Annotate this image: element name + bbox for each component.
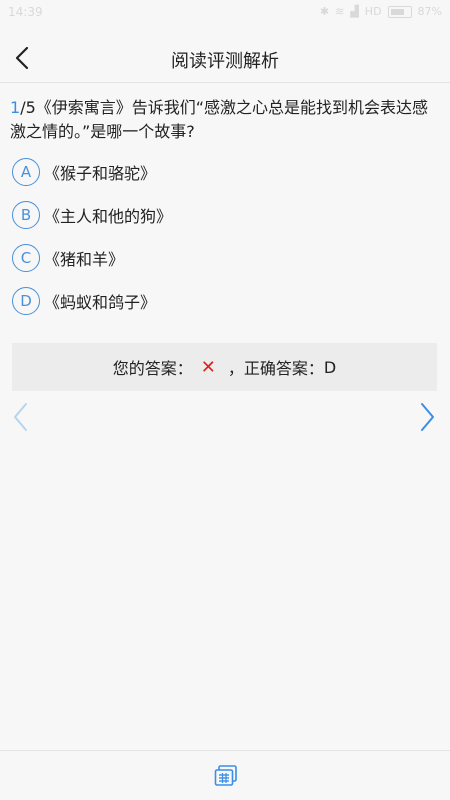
- wifi-icon: ≋: [335, 5, 345, 18]
- correct-answer-label: ，正确答案：: [227, 359, 324, 378]
- battery-level: 87%: [417, 5, 442, 18]
- answer-card-button[interactable]: [214, 765, 238, 787]
- option-letter: A: [12, 158, 40, 186]
- option-text: 《猴子和骆驼》: [44, 164, 157, 183]
- chevron-right-icon: [421, 403, 434, 431]
- status-time: 14:39: [8, 5, 43, 19]
- signal-icon: ▟: [350, 5, 359, 18]
- option-letter: C: [12, 244, 40, 272]
- option-a[interactable]: A 《猴子和骆驼》: [12, 157, 156, 187]
- chevron-left-icon: [14, 403, 27, 431]
- option-text: 《猪和羊》: [44, 250, 125, 269]
- option-c[interactable]: C 《猪和羊》: [12, 243, 124, 273]
- correct-answer-value: D: [323, 357, 337, 377]
- option-letter: D: [12, 287, 40, 315]
- answer-card-icon: [214, 765, 237, 786]
- your-answer-label: 您的答案：: [112, 359, 193, 378]
- question-total: /5: [20, 98, 36, 117]
- option-text: 《主人和他的狗》: [44, 207, 173, 226]
- network-type: HD: [364, 5, 382, 18]
- question-number: 1: [10, 98, 21, 117]
- status-icons: ✱ ≋ ▟ HD 87%: [320, 5, 442, 18]
- wrong-icon: ✕: [200, 356, 216, 378]
- question-body: 《伊索寓言》告诉我们“感激之心总是能找到机会表达感激之情的。”是哪一个故事?: [10, 98, 429, 141]
- option-d[interactable]: D 《蚂蚁和鸽子》: [12, 286, 156, 316]
- header: 阅读评测解析: [0, 36, 450, 83]
- option-letter: B: [12, 201, 40, 229]
- bottom-bar: [0, 750, 450, 800]
- status-bar: 14:39 ✱ ≋ ▟ HD 87%: [0, 0, 450, 26]
- screen: 14:39 ✱ ≋ ▟ HD 87% 阅读评测解析 1/5《伊索寓言》告诉我们“…: [0, 0, 450, 800]
- option-b[interactable]: B 《主人和他的狗》: [12, 200, 172, 230]
- bluetooth-icon: ✱: [319, 5, 330, 18]
- battery-icon: [387, 5, 412, 18]
- answer-result: 您的答案： ✕ ，正确答案： D: [12, 343, 437, 391]
- question-text: 1/5《伊索寓言》告诉我们“感激之心总是能找到机会表达感激之情的。”是哪一个故事…: [10, 96, 435, 144]
- page-title: 阅读评测解析: [171, 51, 279, 72]
- option-text: 《蚂蚁和鸽子》: [44, 293, 157, 312]
- next-question-button[interactable]: [412, 400, 440, 434]
- previous-question-button[interactable]: [8, 400, 36, 434]
